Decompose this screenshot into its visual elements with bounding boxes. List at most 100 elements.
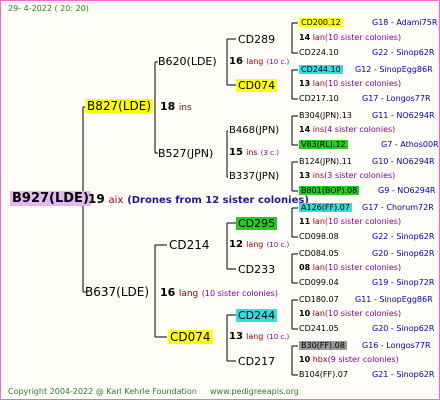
gen4-name-row: CD084.05 <box>299 250 339 258</box>
gen4-note: (10 sister colonies) <box>324 217 402 226</box>
gen4-ref: G20 - Sinop62R <box>372 324 435 333</box>
gen2-stats: 13 lang (10 c.) <box>229 332 289 342</box>
gen4-name: CD180.07 <box>299 295 339 304</box>
gen2-count: 13 <box>229 331 243 342</box>
gen1-unit: ins <box>178 103 192 113</box>
gen4-note: (10 sister colonies) <box>324 33 402 42</box>
gen4-name: CD224.10 <box>299 48 339 57</box>
gen4-count: 10 <box>299 355 311 364</box>
gen3-name: B337(JPN) <box>229 171 280 182</box>
gen4-name-row: CD217.10 <box>299 95 339 103</box>
gen4-name-row: V83(RL).12 <box>299 140 348 149</box>
gen4-ref: G11 - SinopEgg86R <box>355 295 433 304</box>
gen2-count: 15 <box>229 147 243 158</box>
gen4-name-row: B30(FF).08 <box>299 341 347 350</box>
gen2-name: CD074 <box>168 330 213 344</box>
gen4-ref: G7 - Athos00R <box>381 140 439 149</box>
gen1-stats: 16 lang (10 sister colonies) <box>160 287 278 299</box>
gen1-name: B637(LDE) <box>85 285 150 299</box>
gen4-name-row: A126(FF).07 <box>299 203 352 212</box>
gen4-note: (3 sister colonies) <box>324 171 396 180</box>
root-name: B927(LDE) <box>10 191 91 206</box>
gen4-name-row: B801(BOP).08 <box>299 186 360 195</box>
gen4-unit: lan <box>312 263 325 272</box>
gen1-name: B827(LDE) <box>85 99 154 113</box>
gen2-count: 12 <box>229 239 243 250</box>
gen4-count: 08 <box>299 263 311 272</box>
root-stats: 19 aix (Drones from 12 sister colonies) <box>88 193 309 206</box>
gen4-name-row: B304(JPN).13 <box>299 112 352 120</box>
root-note: (Drones from 12 sister colonies) <box>127 195 309 206</box>
gen4-ref: G9 - NO6294R <box>378 186 436 195</box>
gen2-stats: 12 lang (10 c.) <box>229 240 289 250</box>
gen2-note: (10 c.) <box>266 241 290 249</box>
gen4-name: CD244.10 <box>299 65 343 74</box>
gen4-name: B124(JPN).11 <box>299 157 352 166</box>
gen2-name: CD214 <box>169 238 210 252</box>
gen4-stats-row: 14 ins(4 sister colonies) <box>299 126 395 134</box>
gen4-unit: ins <box>312 125 325 134</box>
footer-copyright: Copyright 2004-2022 @ Karl Kehrle Founda… <box>8 387 197 396</box>
gen4-stats-row: 11 lan(10 sister colonies) <box>299 218 401 226</box>
gen4-name-row: CD098.08 <box>299 233 339 241</box>
root-unit: aix <box>108 195 124 206</box>
gen4-note: (9 sister colonies) <box>327 355 399 364</box>
report-date: 29- 4-2022 ( 20: 20) <box>8 4 89 13</box>
gen1-count: 16 <box>160 286 176 299</box>
gen1-count: 18 <box>160 100 176 113</box>
gen4-ref: G21 - Sinop62R <box>372 370 435 379</box>
gen4-ref: G11 - NO6294R <box>372 111 435 120</box>
gen4-name-row: CD200.12 <box>299 18 343 27</box>
gen4-name: CD098.08 <box>299 232 339 241</box>
gen4-name: B304(JPN).13 <box>299 111 352 120</box>
gen4-name-row: CD180.07 <box>299 296 339 304</box>
gen4-name: CD084.05 <box>299 249 339 258</box>
gen2-note: (10 c.) <box>266 333 290 341</box>
gen4-name: CD217.10 <box>299 94 339 103</box>
gen2-node: B527(JPN) <box>158 148 213 159</box>
footer-website[interactable]: www.pedigreeapis.org <box>210 388 299 396</box>
gen4-unit: hbx <box>312 355 328 364</box>
gen2-note: (3 c.) <box>260 149 279 157</box>
gen4-count: 13 <box>299 171 311 180</box>
gen4-ref: G18 - Adami75R <box>372 18 438 27</box>
gen3-name: CD295 <box>236 217 278 230</box>
gen4-unit: lan <box>312 217 325 226</box>
gen4-name-row: CD244.10 <box>299 65 343 74</box>
gen2-unit: lang <box>246 332 264 341</box>
gen2-stats: 15 ins (3 c.) <box>229 148 279 158</box>
gen4-note: (4 sister colonies) <box>324 125 396 134</box>
gen4-name-row: B104(FF).07 <box>299 371 348 379</box>
gen3-node: CD244 <box>236 309 278 322</box>
gen4-count: 14 <box>299 33 311 42</box>
gen4-unit: lan <box>312 33 325 42</box>
gen3-node: CD233 <box>238 264 275 275</box>
gen2-node: CD214 <box>169 239 210 251</box>
gen4-note: (10 sister colonies) <box>324 263 402 272</box>
gen3-node: CD295 <box>236 217 278 230</box>
gen1-stats: 18 ins <box>160 101 192 113</box>
gen4-stats-row: 14 lan(10 sister colonies) <box>299 34 401 42</box>
gen1-node: B637(LDE) <box>85 286 149 298</box>
root-count: 19 <box>88 192 105 206</box>
gen4-ref: G22 - Sinop62R <box>372 232 435 241</box>
gen2-note: (10 c.) <box>266 58 290 66</box>
gen4-unit: lan <box>312 79 325 88</box>
gen4-unit: lan <box>312 309 325 318</box>
gen4-count: 11 <box>299 217 311 226</box>
gen4-name: B104(FF).07 <box>299 370 348 379</box>
gen2-stats: 16 lang (10 c.) <box>229 57 289 67</box>
gen4-ref: G20 - Sinop62R <box>372 249 435 258</box>
gen4-ref: G22 - Sinop62R <box>372 48 435 57</box>
gen4-ref: G19 - Sinop72R <box>372 278 435 287</box>
gen3-name: CD074 <box>236 79 278 92</box>
gen4-stats-row: 10 hbx(9 sister colonies) <box>299 356 399 364</box>
gen4-stats-row: 13 ins(3 sister colonies) <box>299 172 395 180</box>
gen3-name: CD233 <box>238 263 276 276</box>
gen2-node: B620(LDE) <box>158 56 217 67</box>
gen3-node: CD217 <box>238 356 275 367</box>
gen4-name: CD241.05 <box>299 324 339 333</box>
gen3-node: B468(JPN) <box>229 126 279 136</box>
gen1-note: (10 sister colonies) <box>201 289 278 298</box>
gen3-name: B468(JPN) <box>229 125 280 136</box>
